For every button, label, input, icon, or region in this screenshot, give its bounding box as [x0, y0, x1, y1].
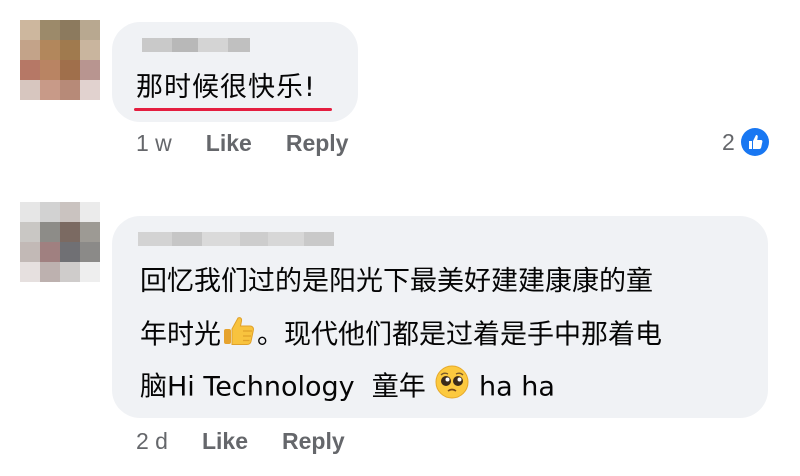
comment-timestamp[interactable]: 1 w — [136, 130, 172, 157]
reply-button[interactable]: Reply — [282, 428, 345, 455]
spelling-underline — [134, 108, 332, 111]
commenter-name[interactable] — [138, 232, 334, 246]
reaction-summary[interactable]: 2 — [722, 128, 769, 156]
comment-text: 那时候很快乐! — [136, 72, 316, 103]
reaction-count: 2 — [722, 128, 735, 155]
comment-text-line: 年时光 。现代他们都是过着是手中那着电 — [140, 312, 662, 360]
like-button[interactable]: Like — [206, 130, 252, 157]
thumbs-up-emoji — [221, 312, 257, 360]
like-button[interactable]: Like — [202, 428, 248, 455]
comment-text-segment: 年时光 — [140, 319, 221, 351]
comment-text-line: 回忆我们过的是阳光下最美好建建康康的童 — [140, 266, 653, 297]
commenter-name[interactable] — [142, 38, 250, 52]
like-reaction-icon — [740, 128, 769, 156]
avatar[interactable] — [20, 202, 100, 282]
comment-actions: 2 d Like Reply — [136, 428, 379, 455]
comment-actions: 1 w Like Reply — [136, 130, 382, 157]
comment-text-segment: 。现代他们都是过着是手中那着电 — [257, 319, 662, 351]
reply-button[interactable]: Reply — [286, 130, 349, 157]
comment-text-segment: ha ha — [478, 371, 555, 403]
pleading-face-emoji — [434, 364, 470, 412]
comment-text-segment: 脑Hi Technology 童年 — [140, 371, 426, 403]
avatar[interactable] — [20, 20, 100, 100]
comment-timestamp[interactable]: 2 d — [136, 428, 168, 455]
comment-text-line: 脑Hi Technology 童年 ha ha — [140, 364, 555, 412]
